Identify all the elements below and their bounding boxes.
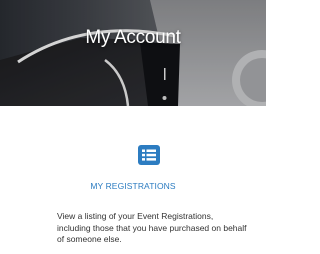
page-title: My Account — [85, 27, 181, 48]
my-registrations-link[interactable]: MY REGISTRATIONS — [0, 181, 266, 192]
hero-banner: My Account — [0, 0, 266, 106]
registrations-description: View a listing of your Event Registratio… — [57, 211, 247, 244]
registrations-card: MY REGISTRATIONS View a listing of your … — [0, 106, 266, 254]
hero-background-image — [0, 0, 266, 106]
list-icon[interactable] — [138, 145, 160, 165]
